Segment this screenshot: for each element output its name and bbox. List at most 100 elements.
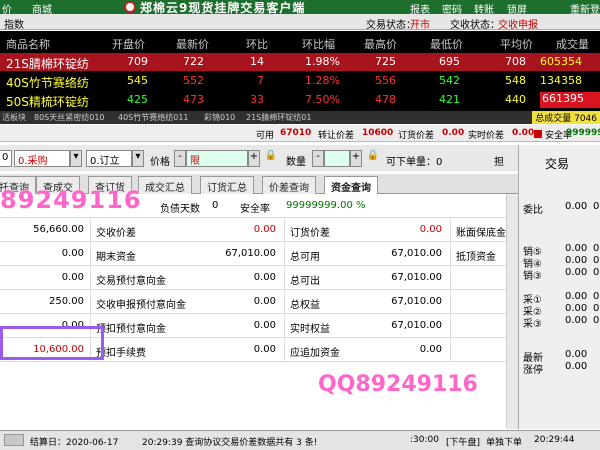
lock-icon[interactable]: 🔒 bbox=[264, 150, 278, 167]
col-header[interactable]: 平均价 bbox=[500, 36, 533, 52]
price-input[interactable]: 限 bbox=[186, 150, 248, 167]
trade-status-value: 开市 bbox=[410, 20, 430, 31]
order-label: 订货价差 bbox=[398, 131, 435, 141]
order-type-select[interactable]: 0.订立 bbox=[86, 150, 132, 167]
ask-price: 0.00 bbox=[565, 243, 588, 254]
product-tab[interactable]: 21S腈棉环锭纺01 bbox=[246, 112, 311, 123]
last-price: 552 bbox=[183, 74, 204, 87]
fund-label: 交易预付意向金 bbox=[96, 276, 166, 287]
delivery-status-label: 交收状态： bbox=[450, 20, 500, 31]
table-row[interactable]: 40S竹节赛络纺 545 552 7 1.28% 556 542 548 134… bbox=[0, 72, 600, 90]
change: 7 bbox=[257, 74, 264, 87]
vertical-scrollbar[interactable] bbox=[506, 194, 518, 429]
open-price: 425 bbox=[127, 93, 148, 106]
product-tab[interactable]: 40S竹节赛络纺011 bbox=[118, 112, 189, 123]
tab-order-summary[interactable]: 订货汇总 bbox=[200, 176, 254, 194]
high-price: 478 bbox=[375, 93, 396, 106]
product-tab[interactable]: 活板块 bbox=[2, 112, 26, 123]
divider bbox=[450, 290, 451, 314]
debt-days-value: 0 bbox=[212, 200, 219, 211]
fund-value: 0.00 bbox=[419, 224, 442, 235]
account-info-line: 可用 67010 转让价差 10600 订货价差 0.00 实时价差 0.00 … bbox=[0, 125, 600, 142]
fund-value: 0.00 bbox=[253, 320, 276, 331]
order-ratio-value: 0.00 bbox=[565, 201, 588, 212]
open-price: 545 bbox=[127, 74, 148, 87]
table-row: 56,660.00 交收价差 0.00 订货价差 0.00 账面保底金额 bbox=[0, 218, 518, 242]
volume: 605354 bbox=[540, 55, 582, 68]
realtime-label: 实时价差 bbox=[468, 131, 505, 141]
price-decrement-button[interactable]: - bbox=[174, 150, 186, 167]
price-increment-button[interactable]: + bbox=[248, 150, 260, 167]
col-header[interactable]: 最新价 bbox=[176, 36, 209, 52]
safety-value: 99999999% bbox=[566, 128, 600, 138]
safety-rate-value: 99999999.00 % bbox=[286, 200, 366, 211]
fund-value: 0.00 bbox=[61, 248, 84, 259]
ask-qty: 0 bbox=[593, 255, 600, 266]
fund-label: 总可用 bbox=[290, 252, 320, 263]
product-tab[interactable]: 彩锦010 bbox=[204, 112, 235, 123]
fund-value: 0.00 bbox=[61, 272, 84, 283]
fund-value: 0.00 bbox=[253, 296, 276, 307]
fund-value: 56,660.00 bbox=[33, 224, 84, 235]
divider bbox=[284, 218, 285, 242]
col-header[interactable]: 成交量 bbox=[556, 36, 589, 52]
fund-label: 应追加资金 bbox=[290, 348, 340, 359]
title-bar: 价 商城 郑棉云9现货挂牌交易客户端 报表 密码 转账 锁屏 重新登 bbox=[0, 0, 600, 16]
change: 33 bbox=[250, 93, 264, 106]
col-header[interactable]: 商品名称 bbox=[6, 36, 50, 52]
divider bbox=[284, 314, 285, 338]
last-price: 473 bbox=[183, 93, 204, 106]
available-label: 可用 bbox=[256, 131, 275, 141]
tab-spread-query[interactable]: 价差查询 bbox=[262, 176, 316, 194]
ask-qty: 0 bbox=[593, 243, 600, 254]
fund-label: 抵顶资金 bbox=[456, 252, 496, 263]
fund-value: 0.00 bbox=[253, 224, 276, 235]
volume: 134358 bbox=[540, 74, 582, 87]
order-value: 0.00 bbox=[442, 128, 465, 138]
fund-label: 实时权益 bbox=[290, 324, 330, 335]
tab-index[interactable]: 指数 bbox=[4, 16, 24, 31]
qty-decrement-button[interactable]: - bbox=[312, 150, 324, 167]
fund-value: 67,010.00 bbox=[391, 296, 442, 307]
divider bbox=[284, 290, 285, 314]
status-bar: 指数 交易状态： 开市 交收状态： 交收申报 bbox=[0, 14, 600, 31]
realtime-value: 0.00 bbox=[512, 128, 535, 138]
ask-price: 0.00 bbox=[565, 255, 588, 266]
chevron-down-icon[interactable]: ▾ bbox=[132, 150, 144, 167]
chevron-down-icon[interactable]: ▾ bbox=[70, 150, 82, 167]
change-pct: 1.98% bbox=[305, 55, 340, 68]
bid-price: 0.00 bbox=[565, 303, 588, 314]
col-header[interactable]: 最高价 bbox=[364, 36, 397, 52]
divider bbox=[90, 290, 91, 314]
direction-select[interactable]: 0.采购 bbox=[14, 150, 70, 167]
divider bbox=[284, 242, 285, 266]
ask-label: 销③ bbox=[523, 271, 542, 282]
col-header[interactable]: 开盘价 bbox=[112, 36, 145, 52]
status-indicator-icon bbox=[4, 434, 24, 446]
col-header[interactable]: 环比 bbox=[246, 36, 268, 52]
divider bbox=[284, 338, 285, 362]
divider bbox=[450, 314, 451, 338]
product-tab[interactable]: 80S天丝紧密纺010 bbox=[34, 112, 105, 123]
qty-increment-button[interactable]: + bbox=[350, 150, 362, 167]
fund-value: 0.00 bbox=[253, 344, 276, 355]
table-row[interactable]: 21S腈棉环锭纺 709 722 14 1.98% 725 695 708 60… bbox=[0, 53, 600, 71]
tab-fund-query[interactable]: 资金查询 bbox=[324, 176, 378, 194]
lock-icon[interactable]: 🔒 bbox=[366, 150, 380, 167]
bid-label: 采③ bbox=[523, 319, 542, 330]
col-header[interactable]: 最低价 bbox=[430, 36, 463, 52]
tab-trade-summary[interactable]: 成交汇总 bbox=[138, 176, 192, 194]
available-value: 67010 bbox=[280, 128, 312, 138]
change-pct: 7.50% bbox=[305, 93, 340, 106]
col-header[interactable]: 环比幅 bbox=[302, 36, 335, 52]
order-mode: 单独下单 bbox=[486, 438, 523, 448]
fund-label: 订货价差 bbox=[290, 228, 330, 239]
divider bbox=[90, 242, 91, 266]
trade-status-label: 交易状态： bbox=[366, 20, 416, 31]
last-price: 722 bbox=[183, 55, 204, 68]
clock: 20:29:44 bbox=[534, 435, 575, 445]
table-row[interactable]: 50S精梳环锭纺 425 473 33 7.50% 478 421 440 66… bbox=[0, 91, 600, 109]
qty-prefix[interactable]: 0 bbox=[0, 150, 12, 167]
qty-input[interactable] bbox=[324, 150, 350, 167]
max-order-label: 可下单量：0 bbox=[386, 157, 443, 168]
